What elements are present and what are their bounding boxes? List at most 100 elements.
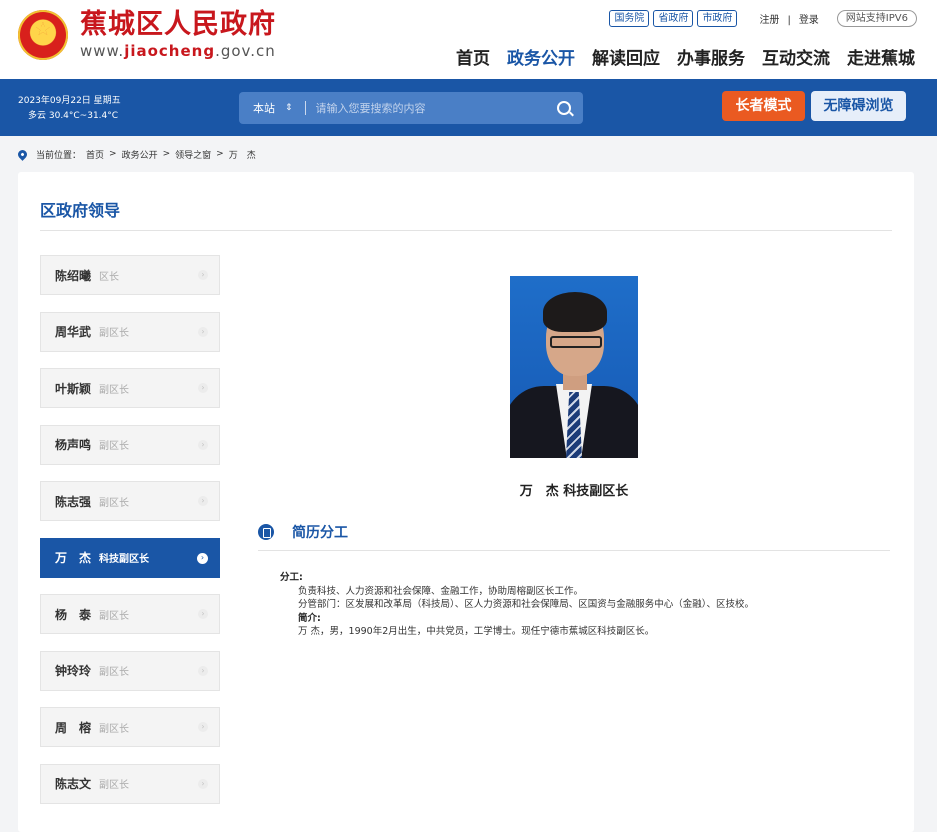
chevron-right-icon: ›	[198, 722, 208, 732]
utility-bar: 2023年09月22日 星期五 多云 30.4°C~31.4°C 本站⇕ 长者模…	[0, 79, 937, 136]
nav-home[interactable]: 首页	[456, 44, 490, 69]
leader-title: 副区长	[99, 328, 130, 339]
leader-item[interactable]: 钟玲玲 副区长 ›	[40, 650, 220, 691]
portrait-hair	[543, 292, 607, 332]
date-weather: 2023年09月22日 星期五 多云 30.4°C~31.4°C	[18, 94, 121, 124]
nav-about[interactable]: 走进蕉城	[847, 44, 915, 69]
duty-label: 分工:	[280, 572, 303, 583]
leader-title: 副区长	[99, 723, 130, 735]
breadcrumb: 当前位置： 首页 > 政务公开 > 领导之窗 > 万 杰	[0, 136, 937, 172]
leader-name: 杨 泰	[55, 607, 92, 622]
portrait-glasses	[550, 336, 602, 348]
nav-services[interactable]: 办事服务	[677, 44, 745, 69]
section-title: 简历分工	[292, 525, 348, 541]
leader-name: 万 杰	[55, 551, 92, 565]
leader-item[interactable]: 周 榕副区长 ›	[40, 707, 220, 747]
bio-label: 简介:	[298, 612, 321, 624]
leader-item-active[interactable]: 万 杰科技副区长 ›	[40, 537, 220, 578]
chevron-right-icon: ›	[198, 383, 208, 393]
leader-name: 万 杰	[519, 484, 559, 499]
leader-item[interactable]: 陈志文 副区长 ›	[40, 763, 220, 804]
search-scope-select[interactable]: 本站 ⇕	[239, 100, 293, 116]
nav-gov-affairs[interactable]: 政务公开	[507, 44, 575, 69]
site-url: www.jiaocheng.gov.cn	[80, 42, 276, 60]
breadcrumb-leaders[interactable]: 领导之窗	[175, 148, 211, 161]
nav-interaction[interactable]: 互动交流	[762, 44, 830, 69]
breadcrumb-gov-affairs[interactable]: 政务公开	[122, 148, 158, 161]
site-name: 蕉城区人民政府	[80, 9, 276, 40]
leader-title: 副区长	[99, 497, 130, 509]
leader-title: 副区长	[99, 384, 130, 396]
link-provincial-gov[interactable]: 省政府	[653, 10, 694, 27]
chevron-right-icon: ›	[198, 439, 208, 450]
chevron-right-icon: ›	[198, 326, 208, 337]
breadcrumb-separator: >	[109, 149, 117, 159]
link-state-council[interactable]: 国务院	[609, 10, 650, 27]
leader-item[interactable]: 陈绍曦 区长 ›	[40, 255, 220, 295]
logo-text: 蕉城区人民政府 www.jiaocheng.gov.cn	[80, 9, 276, 61]
register-link[interactable]: 注册	[759, 15, 779, 26]
leader-item[interactable]: 杨声鸣 副区长 ›	[40, 424, 220, 465]
date-text: 2023年09月22日 星期五	[18, 96, 121, 106]
chevron-right-icon: ›	[198, 496, 208, 506]
accessibility-button[interactable]: 无障碍浏览	[811, 91, 906, 121]
breadcrumb-separator: >	[216, 149, 224, 159]
document-icon	[258, 524, 274, 540]
national-emblem-icon	[18, 10, 68, 60]
nav-interpretation[interactable]: 解读回应	[592, 44, 660, 69]
leader-name: 陈志文	[55, 777, 92, 791]
leader-list: 陈绍曦 区长 › 周华武 副区长 › 叶斯颖 副区长 › 杨声鸣 副区长 › 陈志强 副区长 › 万…	[40, 255, 220, 820]
link-city-gov[interactable]: 市政府	[697, 10, 738, 27]
leader-name: 周 榕	[55, 720, 92, 735]
elder-mode-button[interactable]: 长者模式	[722, 91, 805, 121]
ipv6-badge: 网站支持IPV6	[836, 10, 917, 27]
leader-name: 陈志强	[55, 494, 92, 509]
weather-text: 多云 30.4°C~31.4°C	[28, 111, 119, 121]
leader-position: 科技副区长	[563, 484, 629, 499]
page-title: 区政府领导	[40, 201, 121, 220]
leader-caption: 万 杰 科技副区长	[276, 480, 872, 499]
breadcrumb-home[interactable]: 首页	[86, 148, 104, 161]
leader-title: 副区长	[99, 667, 130, 678]
leader-portrait	[510, 276, 638, 458]
content-card: 区政府领导 陈绍曦 区长 › 周华武 副区长 › 叶斯颖 副区长 › 杨声鸣 副区长 › 陈志强…	[18, 172, 914, 832]
chevron-right-icon: ›	[197, 552, 208, 564]
duty-text: 负责科技、人力资源和社会保障、金融工作，协助周榕副区长工作。	[298, 585, 584, 597]
chevron-right-icon: ›	[198, 665, 208, 676]
search-input[interactable]	[305, 101, 557, 115]
auth-links: 注册 | 登录	[755, 11, 822, 26]
main-nav: 首页 政务公开 解读回应 办事服务 互动交流 走进蕉城	[439, 44, 915, 69]
leader-name: 叶斯颖	[55, 381, 92, 396]
leader-title: 副区长	[99, 780, 130, 791]
chevron-right-icon: ›	[198, 609, 208, 619]
site-logo[interactable]: 蕉城区人民政府 www.jiaocheng.gov.cn	[18, 10, 276, 60]
location-pin-icon	[16, 147, 29, 161]
leader-name: 钟玲玲	[55, 664, 92, 678]
leader-name: 周华武	[55, 325, 92, 339]
leader-item[interactable]: 周华武 副区长 ›	[40, 311, 220, 352]
site-header: 蕉城区人民政府 www.jiaocheng.gov.cn 国务院 省政府 市政府…	[0, 0, 937, 79]
leader-name: 陈绍曦	[55, 268, 92, 283]
title-divider	[40, 230, 892, 231]
leader-name: 杨声鸣	[55, 438, 92, 452]
top-links: 国务院 省政府 市政府 注册 | 登录 网站支持IPV6	[609, 10, 917, 27]
login-link[interactable]: 登录	[799, 15, 819, 26]
leader-details: 分工: 负责科技、人力资源和社会保障、金融工作，协助周榕副区长工作。 分管部门：…	[280, 571, 892, 639]
bio-text: 万 杰，男，1990年2月出生，中共党员，工学博士。现任宁德市蕉城区科技副区长。	[298, 626, 655, 637]
leader-item[interactable]: 叶斯颖 副区长 ›	[40, 368, 220, 408]
chevron-right-icon: ›	[198, 778, 208, 789]
leader-item[interactable]: 杨 泰副区长 ›	[40, 594, 220, 634]
breadcrumb-label: 当前位置：	[36, 150, 82, 161]
leader-title: 科技副区长	[99, 554, 150, 565]
chevron-right-icon: ›	[198, 270, 208, 280]
breadcrumb-current: 万 杰	[228, 150, 256, 161]
departments-text: 分管部门：区发展和改革局（科技局）、区人力资源和社会保障局、区国资与金融服务中心…	[298, 599, 755, 610]
search-box: 本站 ⇕	[239, 92, 583, 124]
updown-arrow-icon: ⇕	[285, 103, 293, 113]
auth-divider: |	[787, 15, 791, 26]
leader-title: 副区长	[99, 441, 130, 452]
search-icon[interactable]	[557, 101, 571, 115]
section-header: 简历分工	[258, 522, 890, 551]
breadcrumb-separator: >	[162, 149, 171, 159]
leader-item[interactable]: 陈志强 副区长 ›	[40, 481, 220, 521]
